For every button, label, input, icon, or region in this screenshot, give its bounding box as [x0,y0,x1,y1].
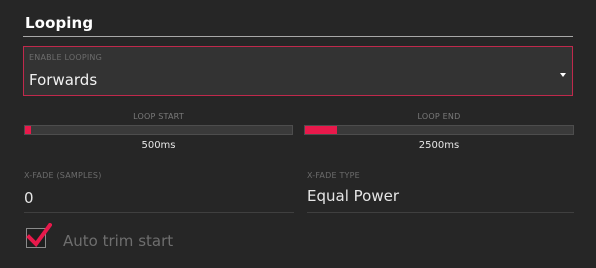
xfade-type-caption: X-FADE TYPE [307,171,360,180]
loop-end-value: 2500ms [418,140,460,151]
auto-trim-label: Auto trim start [63,232,174,250]
enable-looping-caption: ENABLE LOOPING [29,53,102,62]
xfade-type-underline [307,212,574,213]
checkmark-icon [26,223,52,247]
xfade-samples-caption: X-FADE (SAMPLES) [24,171,102,180]
title-divider [23,36,573,37]
loop-start-value: 500ms [141,140,176,151]
loop-start-fill [25,126,31,134]
caret-down-icon [560,73,566,77]
section-title: Looping [25,14,94,32]
loop-start-slider[interactable] [24,125,293,135]
loop-end-slider[interactable] [304,125,574,135]
enable-looping-dropdown[interactable]: ENABLE LOOPING Forwards [23,46,573,96]
xfade-samples-field[interactable]: 0 [24,189,34,207]
xfade-type-dropdown[interactable]: Equal Power [307,187,399,205]
loop-end-fill [305,126,337,134]
auto-trim-checkbox[interactable] [26,223,52,248]
loop-start-label: LOOP START [133,112,184,121]
xfade-samples-underline [24,212,294,213]
enable-looping-value: Forwards [29,71,98,89]
loop-end-label: LOOP END [417,112,461,121]
